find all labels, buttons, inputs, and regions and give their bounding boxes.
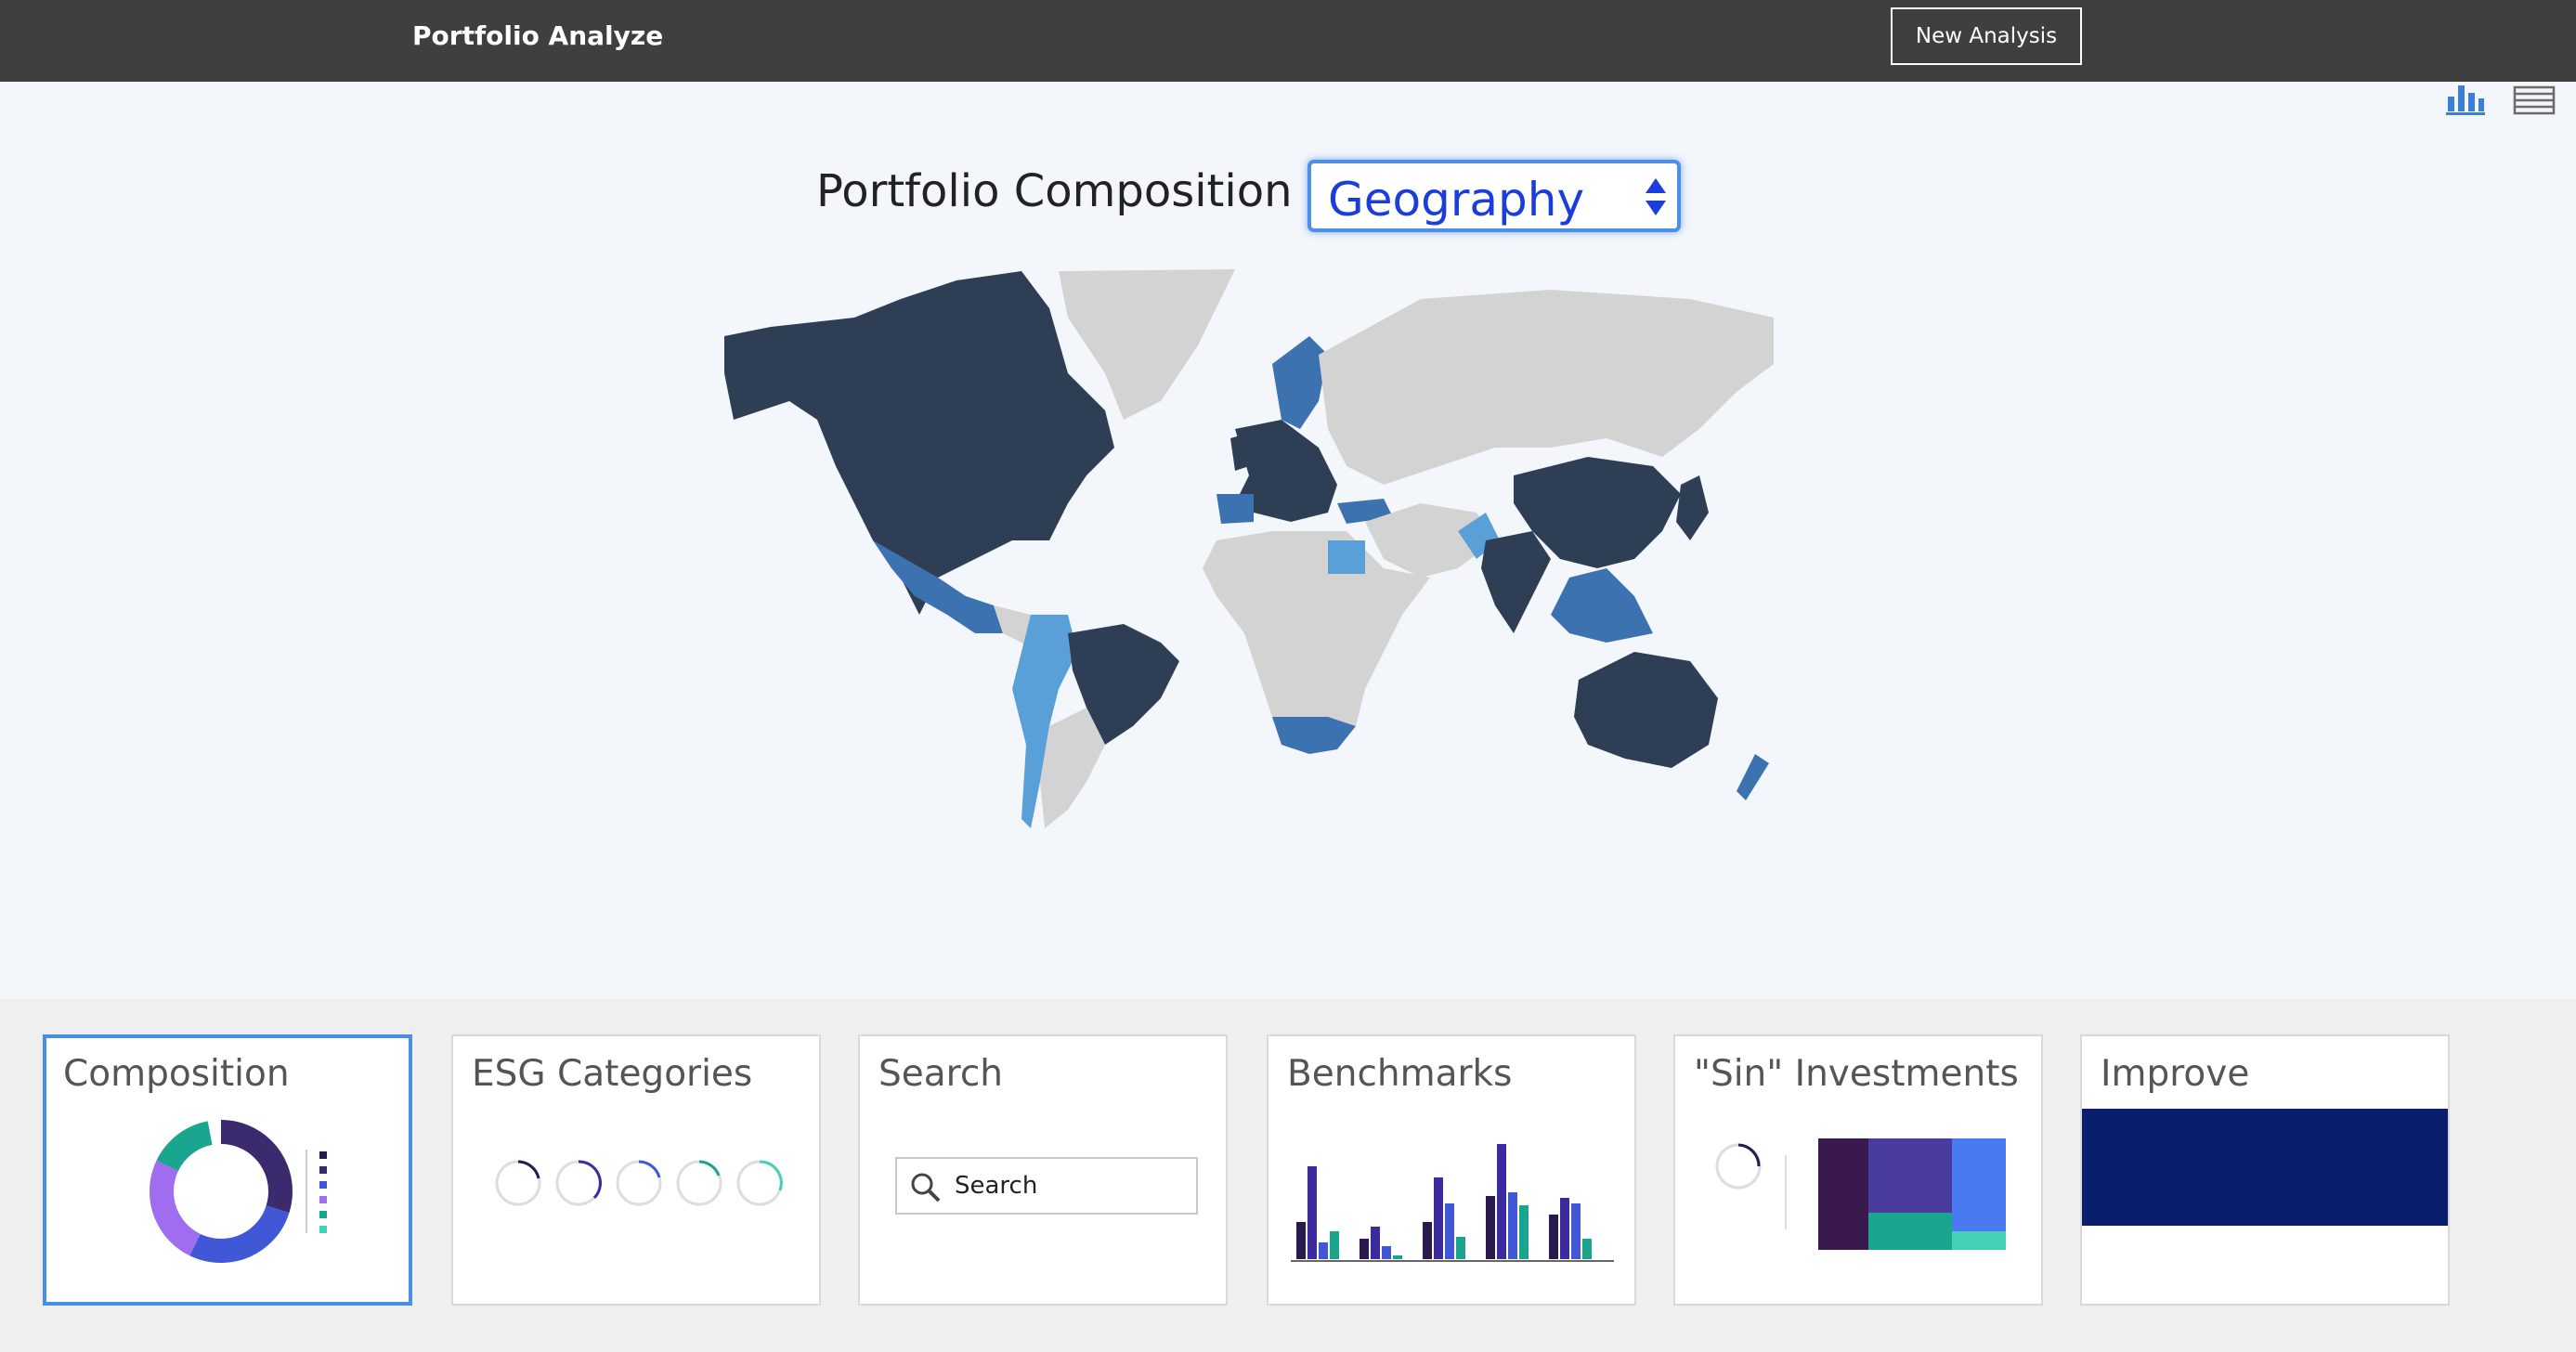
bar-chart-icon[interactable] <box>2444 80 2487 117</box>
map-australia <box>1574 652 1718 768</box>
dimension-select-value: Geography <box>1328 173 1585 227</box>
map-russia <box>1319 290 1774 485</box>
card-esg-categories[interactable]: ESG Categories <box>451 1034 821 1306</box>
map-japan <box>1676 475 1709 540</box>
map-south-africa <box>1272 717 1356 754</box>
map-scandinavia <box>1272 336 1328 429</box>
card-title: Search <box>878 1053 1003 1095</box>
sin-progress-icon <box>1715 1143 1762 1190</box>
card-title: ESG Categories <box>472 1053 753 1095</box>
search-input[interactable]: Search <box>895 1157 1198 1215</box>
map-india <box>1481 531 1551 633</box>
card-benchmarks[interactable]: Benchmarks <box>1267 1034 1636 1306</box>
map-se-asia <box>1551 568 1653 643</box>
map-egypt <box>1328 540 1365 574</box>
benchmarks-bar-icon <box>1291 1144 1614 1262</box>
card-search[interactable]: Search Search <box>858 1034 1228 1306</box>
improve-banner <box>2082 1109 2448 1226</box>
treemap-icon <box>1818 1138 2006 1250</box>
donut-chart-icon <box>150 1120 327 1263</box>
map-uk <box>1230 434 1249 471</box>
world-map[interactable] <box>715 262 1781 828</box>
card-improve[interactable]: Improve <box>2080 1034 2450 1306</box>
search-icon <box>911 1173 941 1202</box>
select-arrows-icon <box>1646 178 1666 215</box>
app-title[interactable]: Portfolio Analyze <box>412 20 663 51</box>
new-analysis-button[interactable]: New Analysis <box>1891 7 2082 65</box>
card-composition[interactable]: Composition <box>43 1034 412 1306</box>
dimension-select[interactable]: Geography <box>1308 160 1681 232</box>
map-north-america <box>724 271 1114 615</box>
card-title: Composition <box>63 1053 290 1095</box>
card-title: "Sin" Investments <box>1694 1053 2019 1095</box>
list-view-icon[interactable] <box>2513 80 2556 117</box>
esg-category-icons <box>495 1160 783 1206</box>
composition-heading: Portfolio Composition by <box>816 165 1361 217</box>
card-title: Benchmarks <box>1287 1053 1513 1095</box>
top-bar: Portfolio Analyze New Analysis <box>0 0 2576 82</box>
card-title: Improve <box>2101 1053 2250 1095</box>
card-sin-investments[interactable]: "Sin" Investments <box>1673 1034 2043 1306</box>
map-new-zealand <box>1737 754 1769 800</box>
divider <box>1785 1155 1787 1229</box>
search-placeholder: Search <box>955 1172 1038 1200</box>
map-argentina <box>1040 708 1105 828</box>
map-iberia <box>1216 494 1254 524</box>
